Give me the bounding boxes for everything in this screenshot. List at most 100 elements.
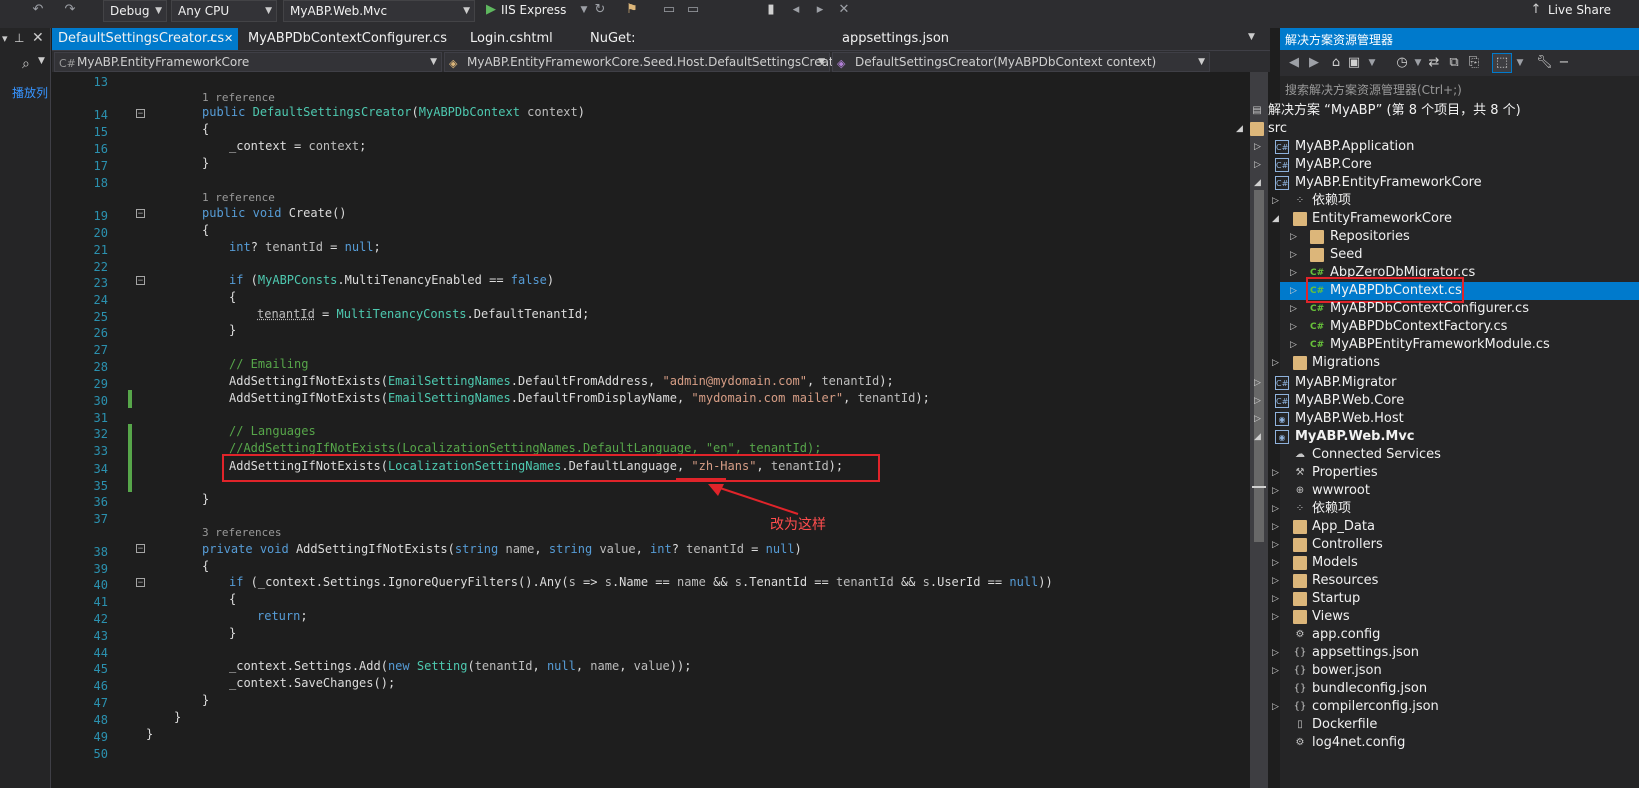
live-share-icon[interactable]: ↑ [1528,2,1544,18]
expand-arrow-icon[interactable]: ▷ [1254,392,1261,410]
tree-item[interactable]: ▷ Resources [1230,572,1630,590]
pending-changes-dropdown-icon[interactable]: ▼ [1410,55,1426,71]
collapse-arrow-icon[interactable]: ◢ [1254,174,1261,192]
tree-item[interactable]: ⚙ log4net.config [1230,734,1630,752]
class-dropdown[interactable]: ◈ MyABP.EntityFrameworkCore.Seed.Host.Def… [444,52,846,72]
codelens-references[interactable]: 3 references [202,526,281,539]
tree-item[interactable]: ▷ ◉ MyABP.Web.Host [1230,410,1630,428]
undo-icon[interactable]: ↶ [30,2,46,18]
tab-appsettings[interactable]: appsettings.json [836,28,976,50]
tree-item[interactable]: ◢ C# MyABP.EntityFrameworkCore [1230,174,1630,192]
startup-project-dropdown[interactable]: MyABP.Web.Mvc ▼ [283,0,475,22]
platform-dropdown[interactable]: Any CPU ▼ [171,0,277,22]
tree-item[interactable]: ▷ Repositories [1230,228,1630,246]
bookmark-icon[interactable]: ▮ [763,2,779,18]
run-dropdown-icon[interactable]: ▼ [576,2,592,18]
tree-item[interactable]: ▷ Models [1230,554,1630,572]
collapse-toggle[interactable]: − [136,109,145,119]
expand-arrow-icon[interactable]: ▷ [1272,536,1279,554]
clear-bookmarks-icon[interactable]: ✕ [836,2,852,18]
member-dropdown[interactable]: ◈ DefaultSettingsCreator(MyABPDbContext c… [832,52,1210,72]
playlist-link[interactable]: 播放列 [12,84,48,101]
solution-explorer-search[interactable]: 搜索解决方案资源管理器(Ctrl+;) [1280,80,1639,100]
collapse-arrow-icon[interactable]: ◢ [1236,120,1243,138]
expand-arrow-icon[interactable]: ▷ [1272,662,1279,680]
tree-item[interactable]: {} bundleconfig.json [1230,680,1630,698]
tree-item[interactable]: ▷ C# MyABP.Web.Core [1230,392,1630,410]
expand-arrow-icon[interactable]: ▷ [1254,138,1261,156]
collapse-toggle[interactable]: − [136,209,145,219]
expand-arrow-icon[interactable]: ▷ [1272,608,1279,626]
minus-icon[interactable]: − [1556,55,1572,71]
pin-icon[interactable]: ⊥ [208,28,217,50]
sync-icon[interactable]: ⇄ [1426,55,1442,71]
next-bookmark-icon[interactable]: ▸ [812,2,828,18]
switch-views-icon[interactable]: ▣ [1346,55,1362,71]
switch-views-dropdown-icon[interactable]: ▼ [1364,55,1380,71]
browser-link-icon[interactable]: ⚑ [624,2,640,18]
tree-item[interactable]: ▷ C# MyABPDbContextConfigurer.cs [1230,300,1630,318]
expand-arrow-icon[interactable]: ▷ [1272,698,1279,716]
collapse-all-icon[interactable]: ⧉ [1446,55,1462,71]
codelens-references[interactable]: 1 reference [202,191,275,204]
tree-item[interactable]: ⚙ app.config [1230,626,1630,644]
tree-item[interactable]: ▷ C# MyABP.Core [1230,156,1630,174]
tree-item[interactable]: ◢ ◉ MyABP.Web.Mvc [1230,428,1630,446]
close-tab-icon[interactable]: ✕ [224,28,233,50]
wrench-icon[interactable]: 🔧︎ [1536,55,1553,71]
expand-arrow-icon[interactable]: ▷ [1290,282,1297,300]
tree-item[interactable]: ▤ 解决方案 “MyABP” (第 8 个项目，共 8 个) [1230,102,1630,120]
collapse-toggle[interactable]: − [136,544,145,554]
tree-item[interactable]: ▷ C# MyABPEntityFrameworkModule.cs [1230,336,1630,354]
expand-arrow-icon[interactable]: ▷ [1254,410,1261,428]
tree-item[interactable]: ▷ Migrations [1230,354,1630,372]
tree-item[interactable]: ▷ ⚒ Properties [1230,464,1630,482]
close-icon[interactable]: ✕ [32,30,44,46]
tab-mydbcontextconfigurer[interactable]: MyABPDbContextConfigurer.cs [242,28,447,50]
tree-item[interactable]: ▷ Startup [1230,590,1630,608]
tab-nuget[interactable]: NuGet: MyABP.EntityFrameworkCore [584,28,824,68]
step-over-icon[interactable]: ▭ [685,2,701,18]
tree-item[interactable]: ▷ ⁘ 依赖项 [1230,500,1630,518]
pin-icon[interactable]: ⊥ [14,31,24,45]
expand-arrow-icon[interactable]: ▷ [1272,354,1279,372]
expand-arrow-icon[interactable]: ▷ [1290,318,1297,336]
project-dropdown[interactable]: C# MyABP.EntityFrameworkCore ▼ [54,52,442,72]
step-icon[interactable]: ▭ [661,2,677,18]
tree-item[interactable]: ◢ EntityFrameworkCore [1230,210,1630,228]
expand-arrow-icon[interactable]: ▷ [1272,554,1279,572]
codelens-references[interactable]: 1 reference [202,91,275,104]
home-icon[interactable]: ⌂ [1328,55,1344,71]
search-icon[interactable]: ⌕ [22,56,30,72]
solution-config-dropdown[interactable]: Debug ▼ [103,0,167,22]
prev-bookmark-icon[interactable]: ◂ [788,2,804,18]
tree-item[interactable]: ▷ {} bower.json [1230,662,1630,680]
collapse-toggle[interactable]: − [136,578,145,588]
back-icon[interactable]: ◀ [1286,55,1302,71]
tree-item[interactable]: ☁ Connected Services [1230,446,1630,464]
tree-item[interactable]: ▷ {} compilerconfig.json [1230,698,1630,716]
expand-arrow-icon[interactable]: ▷ [1272,518,1279,536]
expand-arrow-icon[interactable]: ▷ [1290,300,1297,318]
collapse-toggle[interactable]: − [136,276,145,286]
expand-arrow-icon[interactable]: ▷ [1290,264,1297,282]
live-share-button[interactable]: Live Share [1548,0,1611,22]
tree-item[interactable]: ▷ {} appsettings.json [1230,644,1630,662]
tree-item[interactable]: ▷ C# MyABP.Migrator [1230,374,1630,392]
expand-arrow-icon[interactable]: ▷ [1290,246,1297,264]
tree-item[interactable]: ▷ Seed [1230,246,1630,264]
pending-changes-icon[interactable]: ◷ [1394,55,1410,71]
tree-item[interactable]: ▯ Dockerfile [1230,716,1630,734]
redo-icon[interactable]: ↷ [62,2,78,18]
collapse-arrow-icon[interactable]: ◢ [1254,428,1261,446]
expand-arrow-icon[interactable]: ▷ [1272,644,1279,662]
tab-defaultsettingscreator[interactable]: DefaultSettingsCreator.cs ⊥ ✕ [52,28,238,50]
run-icon[interactable]: ▶ [483,2,499,18]
tree-item[interactable]: ▷ C# MyABP.Application [1230,138,1630,156]
expand-arrow-icon[interactable]: ▷ [1272,590,1279,608]
tree-item[interactable]: ◢ src [1230,120,1630,138]
refresh-icon[interactable]: ↻ [592,2,608,18]
tree-item[interactable]: ▷ ⁘ 依赖项 [1230,192,1630,210]
expand-arrow-icon[interactable]: ▷ [1254,156,1261,174]
expand-arrow-icon[interactable]: ▷ [1254,374,1261,392]
